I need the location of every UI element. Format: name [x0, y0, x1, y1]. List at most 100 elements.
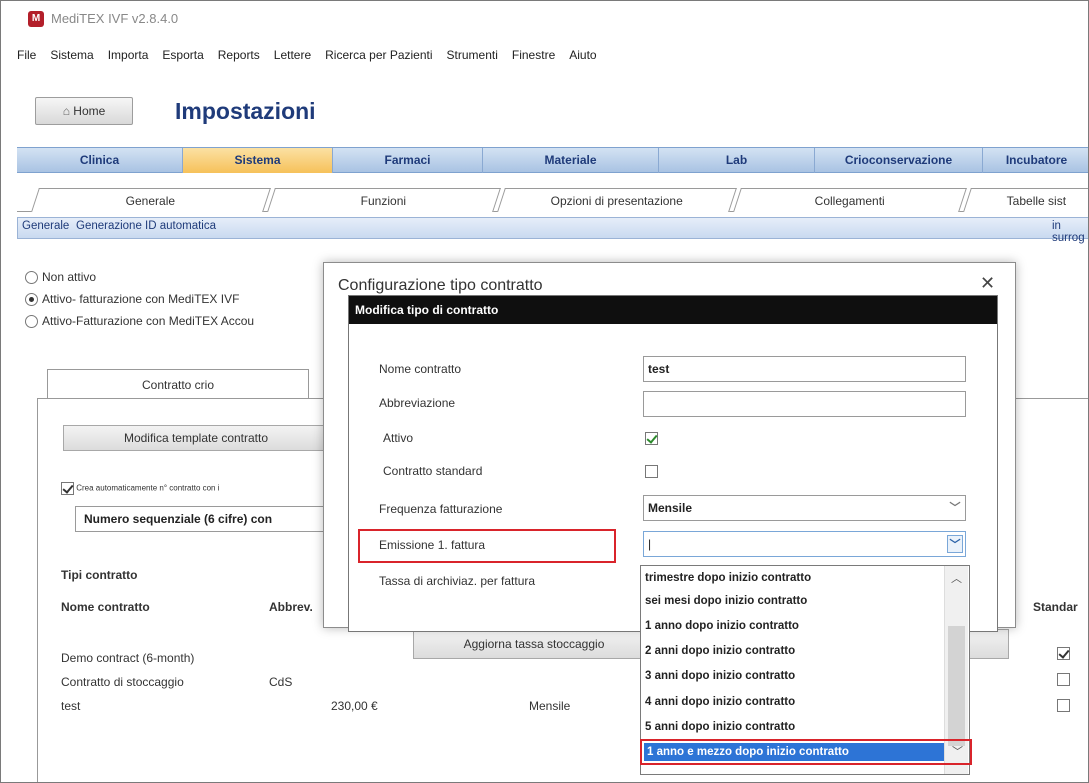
standard-contract-field[interactable]: [645, 464, 658, 479]
home-label: Home: [73, 104, 106, 118]
row-demo-standard-checkbox[interactable]: [1057, 647, 1070, 661]
col-standard: Standar: [1033, 600, 1078, 614]
tab-incubatore[interactable]: Incubatore: [983, 148, 1088, 173]
tab-clinica[interactable]: Clinica: [17, 148, 183, 173]
function-tabs: Generale Generazione ID automatica in su…: [17, 217, 1088, 244]
col-abbrev: Abbrev.: [269, 600, 313, 614]
billing-frequency-value: Mensile: [648, 501, 693, 515]
abbreviation-label: Abbreviazione: [379, 396, 456, 410]
auto-contract-row: Crea automaticamente n° contratto con i: [61, 482, 331, 495]
active-checkbox[interactable]: [645, 432, 658, 446]
radio-attivo-ivf-label: Attivo- fatturazione con MediTEX IVF: [42, 292, 240, 306]
ftab-surrogacy[interactable]: in surrog: [1052, 220, 1088, 244]
update-storage-fee-button[interactable]: Aggiorna tassa stoccaggio: [413, 629, 655, 659]
abbreviation-input[interactable]: [643, 391, 966, 417]
sub-tabs: Generale Funzioni Opzioni di presentazio…: [17, 188, 1088, 212]
row-cds-abbrev: CdS: [269, 675, 293, 689]
row-test-name[interactable]: test: [61, 699, 80, 713]
house-icon: ⌂: [62, 104, 70, 118]
first-invoice-label: Emissione 1. fattura: [379, 538, 486, 552]
app-window: M MediTEX IVF v2.8.4.0 File Sistema Import…: [0, 0, 1089, 783]
menu-lettere[interactable]: Lettere: [274, 48, 311, 62]
home-button[interactable]: ⌂ Home: [35, 97, 133, 125]
standard-contract-checkbox[interactable]: [645, 465, 658, 479]
contract-number-format-select[interactable]: Numero sequenziale (6 cifre) con: [75, 506, 335, 532]
billing-frequency-label: Frequenza fatturazione: [379, 502, 503, 516]
option-sei-mesi[interactable]: sei mesi dopo inizio contratto: [645, 595, 807, 607]
ftab-generale[interactable]: Generale: [22, 220, 69, 232]
radio-attivo-ivf-circle[interactable]: [25, 293, 38, 307]
chevron-down-icon[interactable]: ﹀: [947, 499, 963, 517]
option-2-anni[interactable]: 2 anni dopo inizio contratto: [645, 645, 795, 657]
edit-contract-template-button[interactable]: Modifica template contratto: [63, 425, 329, 451]
app-logo-icon: M: [28, 11, 44, 27]
first-invoice-select[interactable]: | ﹀: [643, 531, 966, 557]
tab-farmaci[interactable]: Farmaci: [333, 148, 483, 173]
row-cds-name[interactable]: Contratto di stoccaggio: [61, 675, 184, 689]
menu-finestre[interactable]: Finestre: [512, 48, 555, 62]
menu-esporta[interactable]: Esporta: [162, 48, 203, 62]
tab-crioconservazione[interactable]: Crioconservazione: [815, 148, 983, 173]
subtab-funzioni-label: Funzioni: [360, 194, 407, 208]
row-test-fee: 230,00 €: [331, 699, 378, 713]
option-1-anno[interactable]: 1 anno dopo inizio contratto: [645, 620, 799, 632]
subtab-tabelle-sistema[interactable]: Tabelle sist: [963, 188, 1088, 212]
menu-ricerca[interactable]: Ricerca per Pazienti: [325, 48, 432, 62]
page-title: Impostazioni: [175, 98, 316, 124]
selected-option[interactable]: 1 anno e mezzo dopo inizio contratto: [644, 743, 944, 761]
tab-materiale[interactable]: Materiale: [483, 148, 659, 173]
obscured-button[interactable]: [969, 629, 1009, 659]
ftab-generazione-id[interactable]: Generazione ID automatica: [76, 220, 216, 232]
radio-attivo-accounting-circle[interactable]: [25, 315, 38, 329]
tab-sistema[interactable]: Sistema: [183, 148, 333, 173]
radio-attivo-ivf[interactable]: Attivo- fatturazione con MediTEX IVF: [25, 292, 240, 307]
active-field[interactable]: [645, 431, 658, 446]
scrollbar-thumb[interactable]: [948, 626, 965, 746]
option-5-anni[interactable]: 5 anni dopo inizio contratto: [645, 721, 795, 733]
billing-frequency-select[interactable]: Mensile ﹀: [643, 495, 966, 521]
row-test-frequency: Mensile: [529, 699, 571, 713]
auto-contract-label: Crea automaticamente n° contratto con i: [76, 483, 220, 493]
menu-bar: File Sistema Importa Esporta Reports Lettere R…: [1, 48, 597, 68]
chevron-down-icon[interactable]: ﹀: [947, 535, 963, 553]
scroll-up-icon[interactable]: ︿: [951, 570, 962, 586]
row-cds-standard[interactable]: [1057, 672, 1070, 687]
radio-non-attivo-circle[interactable]: [25, 271, 38, 285]
subtab-funzioni[interactable]: Funzioni: [267, 188, 501, 212]
subtab-opzioni-label: Opzioni di presentazione: [550, 194, 683, 208]
close-icon[interactable]: ✕: [980, 273, 995, 294]
menu-file[interactable]: File: [17, 48, 36, 62]
panel-left-border: [37, 398, 38, 782]
option-4-anni[interactable]: 4 anni dopo inizio contratto: [645, 696, 795, 708]
row-cds-standard-checkbox[interactable]: [1057, 673, 1070, 687]
tab-contratto-crio[interactable]: Contratto crio: [47, 369, 309, 399]
subtab-collegamenti-label: Collegamenti: [814, 194, 885, 208]
option-3-anni[interactable]: 3 anni dopo inizio contratto: [645, 670, 795, 682]
col-contract-name: Nome contratto: [61, 600, 150, 614]
subtab-generale[interactable]: Generale: [31, 188, 271, 212]
row-test-standard-checkbox[interactable]: [1057, 699, 1070, 713]
menu-aiuto[interactable]: Aiuto: [569, 48, 596, 62]
menu-sistema[interactable]: Sistema: [50, 48, 93, 62]
chevron-down-icon[interactable]: ﹀: [952, 743, 963, 759]
radio-attivo-accounting-label: Attivo-Fatturazione con MediTEX Accou: [42, 314, 255, 328]
menu-strumenti[interactable]: Strumenti: [447, 48, 498, 62]
row-demo-name[interactable]: Demo contract (6-month): [61, 651, 194, 665]
row-demo-standard[interactable]: [1057, 646, 1070, 661]
menu-reports[interactable]: Reports: [218, 48, 260, 62]
contract-name-label: Nome contratto: [379, 362, 462, 376]
auto-contract-checkbox[interactable]: [61, 482, 74, 495]
subtab-opzioni-presentazione[interactable]: Opzioni di presentazione: [497, 188, 737, 212]
option-trimestre[interactable]: trimestre dopo inizio contratto: [645, 572, 811, 584]
menu-importa[interactable]: Importa: [108, 48, 149, 62]
storage-fee-label: Tassa di archiviaz. per fattura: [379, 574, 536, 588]
tab-lab[interactable]: Lab: [659, 148, 815, 173]
radio-non-attivo[interactable]: Non attivo: [25, 270, 96, 285]
selected-option-highlight: 1 anno e mezzo dopo inizio contratto ﹀: [640, 739, 972, 765]
edit-contract-header: Modifica tipo di contratto: [349, 296, 997, 324]
subtab-collegamenti[interactable]: Collegamenti: [733, 188, 967, 212]
contract-name-input[interactable]: test: [643, 356, 966, 382]
subtab-generale-label: Generale: [125, 194, 176, 208]
radio-attivo-accounting[interactable]: Attivo-Fatturazione con MediTEX Accou: [25, 314, 255, 329]
row-test-standard[interactable]: [1057, 698, 1070, 713]
